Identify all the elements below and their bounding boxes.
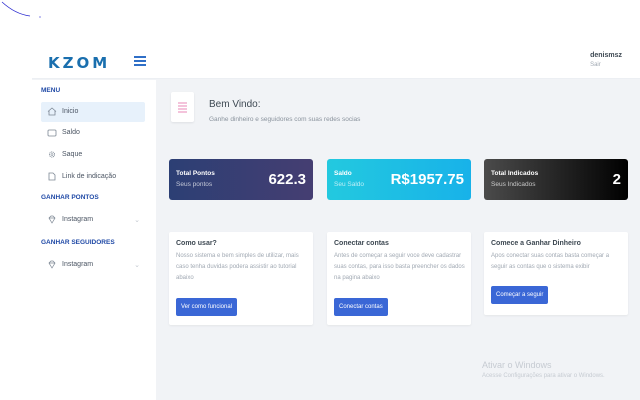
stat-sub: Seus pontos <box>176 181 213 188</box>
card-text: Antes de começar a seguir voce deve cada… <box>334 253 465 281</box>
stat-value: 2 <box>612 171 621 188</box>
sidebar-item-link-indicacao[interactable]: Link de indicação <box>41 167 145 187</box>
stat-value: 622.3 <box>268 171 306 188</box>
stat-sub: Seus Indicados <box>491 181 536 188</box>
card-title: Como usar? <box>176 240 217 247</box>
document-icon <box>178 102 187 113</box>
sidebar-item-label: Link de indicação <box>62 173 117 180</box>
card-title: Conectar contas <box>334 240 389 247</box>
sidebar-item-label: Instagram <box>62 216 94 223</box>
stat-card-saldo: Saldo Seu Saldo R$1957.75 <box>327 159 471 200</box>
sidebar-item-saldo[interactable]: Saldo <box>41 123 145 143</box>
home-icon <box>47 107 57 116</box>
info-card-conectar-contas: Conectar contas Antes de começar a segui… <box>327 232 471 325</box>
wallet-icon <box>47 129 57 137</box>
user-panel: denismsz Sair <box>590 52 622 68</box>
sidebar-section-seguidores: GANHAR SEGUIDORES <box>41 239 115 246</box>
hamburger-menu-icon[interactable] <box>134 56 146 66</box>
sidebar-section-pontos: GANHAR PONTOS <box>41 194 99 201</box>
link-icon <box>48 172 56 181</box>
logout-link[interactable]: Sair <box>590 62 622 68</box>
stat-label: Total Pontos <box>176 170 215 177</box>
brand-logo[interactable]: KZOM <box>48 54 110 72</box>
card-text: Nosso sistema e bem simples de utilizar,… <box>176 253 299 281</box>
sidebar-item-instagram-seguidores[interactable]: Instagram ⌄ <box>41 255 145 275</box>
windows-activation-watermark: Ativar o Windows Acesse Configurações pa… <box>482 360 605 379</box>
sidebar-item-label: Saldo <box>62 129 80 136</box>
sidebar-item-label: Inicio <box>62 108 79 115</box>
sidebar-item-label: Instagram <box>62 261 94 268</box>
top-strip <box>0 0 640 45</box>
sidebar-item-label: Saque <box>62 151 83 158</box>
card-text: Apos conectar suas contas basta começar … <box>491 253 610 270</box>
page: KZOM denismsz Sair MENU Inicio Saldo Saq… <box>0 0 640 400</box>
conectar-contas-button[interactable]: Conectar contas <box>334 298 388 316</box>
page-subtitle: Ganhe dinheiro e seguidores com suas red… <box>209 116 361 123</box>
sidebar-section-menu: MENU <box>41 87 61 94</box>
top-header: KZOM denismsz Sair <box>32 45 640 79</box>
stat-value: R$1957.75 <box>390 171 464 188</box>
chevron-down-icon: ⌄ <box>134 262 140 269</box>
stat-card-indicados: Total Indicados Seus Indicados 2 <box>484 159 628 200</box>
stat-sub: Seu Saldo <box>334 181 364 188</box>
card-title: Comece a Ganhar Dinheiro <box>491 240 581 247</box>
diamond-icon <box>48 215 56 224</box>
stat-card-pontos: Total Pontos Seus pontos 622.3 <box>169 159 313 200</box>
chevron-down-icon: ⌄ <box>134 217 140 224</box>
sidebar: MENU Inicio Saldo Saque Link de indicaçã… <box>32 80 156 400</box>
activation-title: Ativar o Windows <box>482 360 552 370</box>
sidebar-item-inicio[interactable]: Inicio <box>41 102 145 122</box>
sidebar-item-instagram-pontos[interactable]: Instagram ⌄ <box>41 210 145 230</box>
app-window: KZOM denismsz Sair MENU Inicio Saldo Saq… <box>32 45 640 400</box>
sidebar-item-saque[interactable]: Saque <box>41 145 145 165</box>
welcome-icon-box <box>171 92 194 122</box>
activation-subtitle: Acesse Configurações para ativar o Windo… <box>482 373 605 379</box>
main-content: Bem Vindo: Ganhe dinheiro e seguidores c… <box>156 80 640 400</box>
gear-icon <box>49 151 55 158</box>
ver-como-funciona-button[interactable]: Ver como funcional <box>176 298 238 316</box>
stray-curve <box>1 1 41 18</box>
stat-label: Saldo <box>334 170 352 177</box>
diamond-icon <box>48 260 56 269</box>
info-card-ganhar-dinheiro: Comece a Ganhar Dinheiro Apos conectar s… <box>484 232 628 315</box>
info-card-como-usar: Como usar? Nosso sistema e bem simples d… <box>169 232 313 325</box>
user-name[interactable]: denismsz <box>590 52 622 59</box>
comecar-a-seguir-button[interactable]: Começar a seguir <box>491 286 549 304</box>
page-title: Bem Vindo: <box>209 99 261 110</box>
stat-label: Total Indicados <box>491 170 539 177</box>
